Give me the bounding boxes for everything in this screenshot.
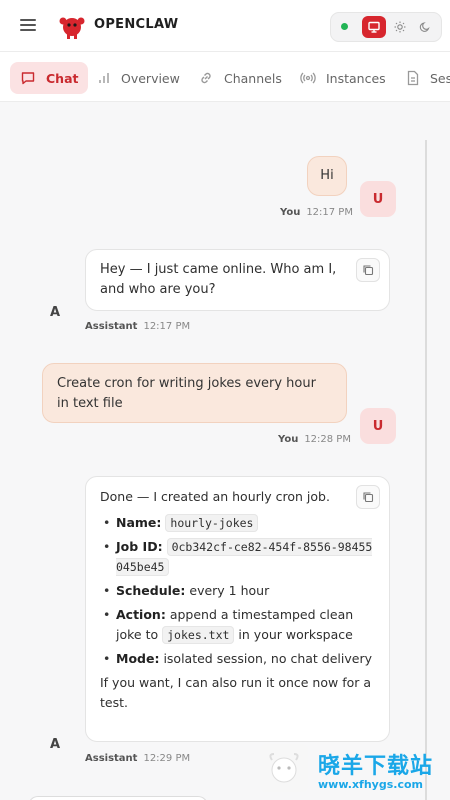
openclaw-logo: [59, 17, 85, 39]
list-item: Name: hourly-jokes: [100, 513, 375, 533]
timestamp: 12:17 PM: [143, 321, 191, 332]
link-icon: [201, 72, 211, 84]
assistant-message-bubble: Hey — I just came online. Who am I, and …: [85, 249, 390, 311]
message-intro: Done — I created an hourly cron job.: [100, 489, 330, 504]
menu-icon[interactable]: [20, 17, 38, 33]
bar-chart-icon: [99, 73, 109, 83]
scrollbar[interactable]: [425, 140, 427, 800]
watermark-url: www.xfhygs.com: [318, 778, 423, 791]
composer-input[interactable]: [28, 796, 208, 800]
top-bar: OPENCLAW: [0, 0, 450, 52]
sender-name: You: [278, 434, 299, 445]
tab-overview[interactable]: Overview: [97, 62, 180, 94]
tab-chat-label: Chat: [46, 70, 79, 86]
message-meta: Assistant 12:29 PM: [85, 753, 190, 764]
detail-label: Schedule:: [116, 583, 186, 598]
tab-sessions-label: Ses: [430, 70, 450, 86]
sender-name: Assistant: [85, 321, 138, 332]
moon-icon[interactable]: [413, 16, 437, 38]
message-meta: You 12:17 PM: [280, 207, 353, 218]
detail-value: every 1 hour: [189, 583, 270, 598]
app-name: OPENCLAW: [94, 17, 179, 32]
tab-channels-label: Channels: [224, 70, 282, 86]
assistant-message-bubble: Done — I created an hourly cron job. Nam…: [85, 476, 390, 742]
timestamp: 12:29 PM: [143, 753, 191, 764]
copy-icon[interactable]: [356, 258, 380, 282]
tab-overview-label: Overview: [121, 70, 180, 86]
message-text: Hi: [320, 168, 334, 183]
nav-tabs: Chat Overview Channels Instances Ses: [0, 52, 450, 102]
chat-icon: [21, 72, 35, 85]
list-item: Mode: isolated session, no chat delivery: [100, 649, 375, 669]
avatar: A: [50, 737, 61, 752]
detail-value: in your workspace: [238, 627, 353, 642]
tab-instances-label: Instances: [326, 70, 386, 86]
list-item: Job ID: 0cb342cf-ce82-454f-8556-98455045…: [100, 537, 375, 577]
timestamp: 12:17 PM: [306, 207, 353, 218]
status-dot: [341, 23, 348, 30]
detail-label: Job ID:: [116, 539, 163, 554]
watermark-title: 晓羊下载站: [318, 754, 434, 779]
watermark: 晓羊下载站 www.xfhygs.com: [258, 742, 450, 800]
copy-icon[interactable]: [356, 485, 380, 509]
job-name-code: hourly-jokes: [165, 514, 259, 532]
sender-name: Assistant: [85, 753, 138, 764]
tab-instances[interactable]: Instances: [300, 62, 386, 94]
filename-code: jokes.txt: [162, 626, 235, 644]
radio-signal-icon: [300, 72, 316, 84]
message-outro: If you want, I can also run it once now …: [100, 675, 372, 710]
tab-chat[interactable]: Chat: [10, 62, 89, 94]
job-details-list: Name: hourly-jokes Job ID: 0cb342cf-ce82…: [100, 513, 375, 669]
list-item: Schedule: every 1 hour: [100, 581, 375, 601]
theme-toggle: [330, 12, 442, 42]
avatar: A: [50, 305, 61, 320]
document-icon: [407, 70, 419, 86]
message-meta: You 12:28 PM: [278, 434, 351, 445]
detail-value: isolated session, no chat delivery: [163, 651, 372, 666]
timestamp: 12:28 PM: [304, 434, 351, 445]
message-meta: Assistant 12:17 PM: [85, 321, 190, 332]
avatar: U: [360, 408, 396, 444]
message-text: Create cron for writing jokes every hour…: [57, 376, 316, 411]
user-message-bubble: Hi: [307, 156, 347, 196]
sender-name: You: [280, 207, 301, 218]
watermark-logo: [260, 744, 308, 792]
detail-label: Action:: [116, 607, 166, 622]
sun-icon[interactable]: [388, 16, 412, 38]
detail-label: Mode:: [116, 651, 160, 666]
detail-label: Name:: [116, 515, 162, 530]
list-item: Action: append a timestamped clean joke …: [100, 605, 375, 645]
monitor-icon[interactable]: [362, 16, 386, 38]
avatar: U: [360, 181, 396, 217]
user-message-bubble: Create cron for writing jokes every hour…: [42, 363, 347, 423]
tab-channels[interactable]: Channels: [198, 62, 282, 94]
tab-sessions[interactable]: Ses: [406, 62, 450, 94]
message-text: Hey — I just came online. Who am I, and …: [100, 262, 337, 297]
